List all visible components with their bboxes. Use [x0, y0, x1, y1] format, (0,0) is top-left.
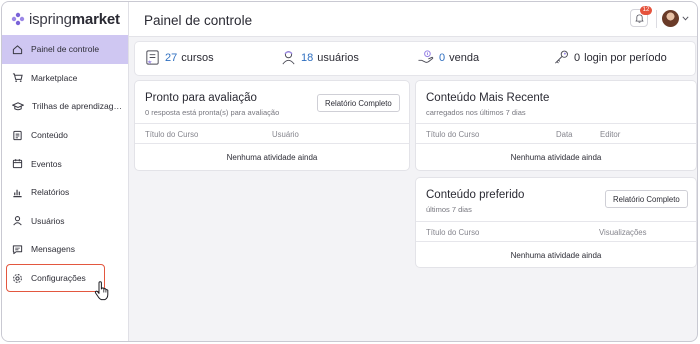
- sidebar: ispringmarket Painel de controle Marketp…: [2, 2, 129, 341]
- content-icon: [13, 130, 22, 140]
- sidebar-item-label: Conteúdo: [31, 130, 68, 141]
- table-header: Título do Curso Visualizações: [416, 221, 696, 242]
- stat-courses-value: 27: [165, 51, 178, 64]
- column-header[interactable]: Usuário: [272, 130, 299, 139]
- stat-sales-label: venda: [449, 51, 480, 64]
- stat-courses-label: cursos: [181, 51, 214, 64]
- recent-content-card: Conteúdo Mais Recente carregados nos últ…: [416, 81, 696, 170]
- ready-for-review-card: Pronto para avaliação 0 resposta está pr…: [135, 81, 409, 170]
- top-bar: Painel de controle 12: [129, 2, 697, 37]
- table-header: Título do Curso Data Editor: [416, 123, 696, 144]
- favorite-content-card: Conteúdo preferido últimos 7 dias Relató…: [416, 178, 696, 267]
- sidebar-item-users[interactable]: Usuários: [2, 207, 128, 236]
- column-header[interactable]: Editor: [600, 130, 620, 139]
- message-icon: [12, 245, 23, 255]
- stat-sales-value: 0: [439, 51, 446, 64]
- card-title: Conteúdo preferido: [426, 189, 525, 201]
- stat-users-label: usuários: [317, 51, 359, 64]
- sidebar-item-events[interactable]: Eventos: [2, 149, 128, 178]
- sidebar-item-label: Usuários: [31, 215, 65, 226]
- empty-state: Nenhuma atividade ainda: [510, 153, 602, 162]
- sales-icon: [418, 50, 434, 63]
- table-header: Título do Curso Usuário: [135, 123, 409, 144]
- sidebar-item-content[interactable]: Conteúdo: [2, 121, 128, 150]
- column-header[interactable]: Título do Curso: [145, 130, 198, 139]
- app-window: ispringmarket Painel de controle Marketp…: [1, 1, 698, 342]
- sidebar-item-dashboard[interactable]: Painel de controle: [2, 35, 128, 64]
- sidebar-item-label: Trilhas de aprendizagem: [32, 101, 124, 112]
- logo-icon: [11, 12, 25, 26]
- courses-icon: [146, 50, 159, 65]
- user-icon: [13, 216, 22, 226]
- full-report-button[interactable]: Relatório Completo: [317, 94, 400, 112]
- cart-icon: [12, 73, 23, 83]
- hand-cursor-icon: [94, 281, 109, 301]
- card-title: Pronto para avaliação: [145, 92, 257, 104]
- sidebar-item-marketplace[interactable]: Marketplace: [2, 64, 128, 93]
- sidebar-item-learning-paths[interactable]: Trilhas de aprendizagem: [2, 92, 128, 121]
- notifications-button[interactable]: 12: [630, 6, 652, 27]
- column-header[interactable]: Título do Curso: [426, 130, 479, 139]
- sidebar-nav: Painel de controle Marketplace Trilhas d…: [2, 35, 128, 292]
- notification-badge: 12: [640, 6, 652, 15]
- stats-strip: 27 cursos 18 usuários 0 venda 0 login po…: [135, 42, 695, 75]
- card-title: Conteúdo Mais Recente: [426, 92, 550, 104]
- stat-users-value: 18: [301, 51, 314, 64]
- stat-logins-label: login por período: [584, 51, 667, 64]
- chevron-down-icon[interactable]: [682, 16, 689, 21]
- bar-chart-icon: [13, 189, 22, 197]
- card-subtitle: 0 resposta está pronta(s) para avaliação: [145, 108, 280, 117]
- home-icon: [12, 45, 23, 54]
- column-header[interactable]: Data: [556, 130, 572, 139]
- avatar[interactable]: [662, 10, 679, 27]
- graduation-cap-icon: [12, 102, 24, 111]
- sidebar-item-messages[interactable]: Mensagens: [2, 235, 128, 264]
- full-report-button[interactable]: Relatório Completo: [605, 190, 688, 208]
- column-header[interactable]: Título do Curso: [426, 228, 479, 237]
- stat-users[interactable]: 18 usuários: [280, 49, 359, 66]
- calendar-icon: [12, 159, 23, 169]
- sidebar-item-label: Painel de controle: [31, 44, 100, 55]
- users-icon: [282, 51, 295, 65]
- empty-state: Nenhuma atividade ainda: [226, 153, 318, 162]
- key-icon: [555, 50, 568, 64]
- sidebar-item-label: Marketplace: [31, 72, 78, 83]
- sidebar-item-label: Relatórios: [31, 187, 70, 198]
- sidebar-item-label: Eventos: [31, 158, 62, 169]
- card-subtitle: últimos 7 dias: [426, 205, 472, 214]
- sidebar-item-reports[interactable]: Relatórios: [2, 178, 128, 207]
- stat-logins-value: 0: [574, 51, 581, 64]
- header-divider: [656, 10, 657, 28]
- brand-name: ispringmarket: [29, 10, 120, 28]
- settings-highlight: [6, 264, 105, 292]
- stat-logins[interactable]: 0 login por período: [553, 49, 667, 66]
- stat-courses[interactable]: 27 cursos: [144, 49, 214, 66]
- page-title: Painel de controle: [144, 13, 253, 28]
- card-subtitle: carregados nos últimos 7 dias: [426, 108, 526, 117]
- brand-logo[interactable]: ispringmarket: [11, 10, 120, 28]
- column-header[interactable]: Visualizações: [599, 228, 647, 237]
- empty-state: Nenhuma atividade ainda: [510, 251, 602, 260]
- sidebar-item-label: Mensagens: [31, 244, 75, 255]
- stat-sales[interactable]: 0 venda: [417, 49, 479, 66]
